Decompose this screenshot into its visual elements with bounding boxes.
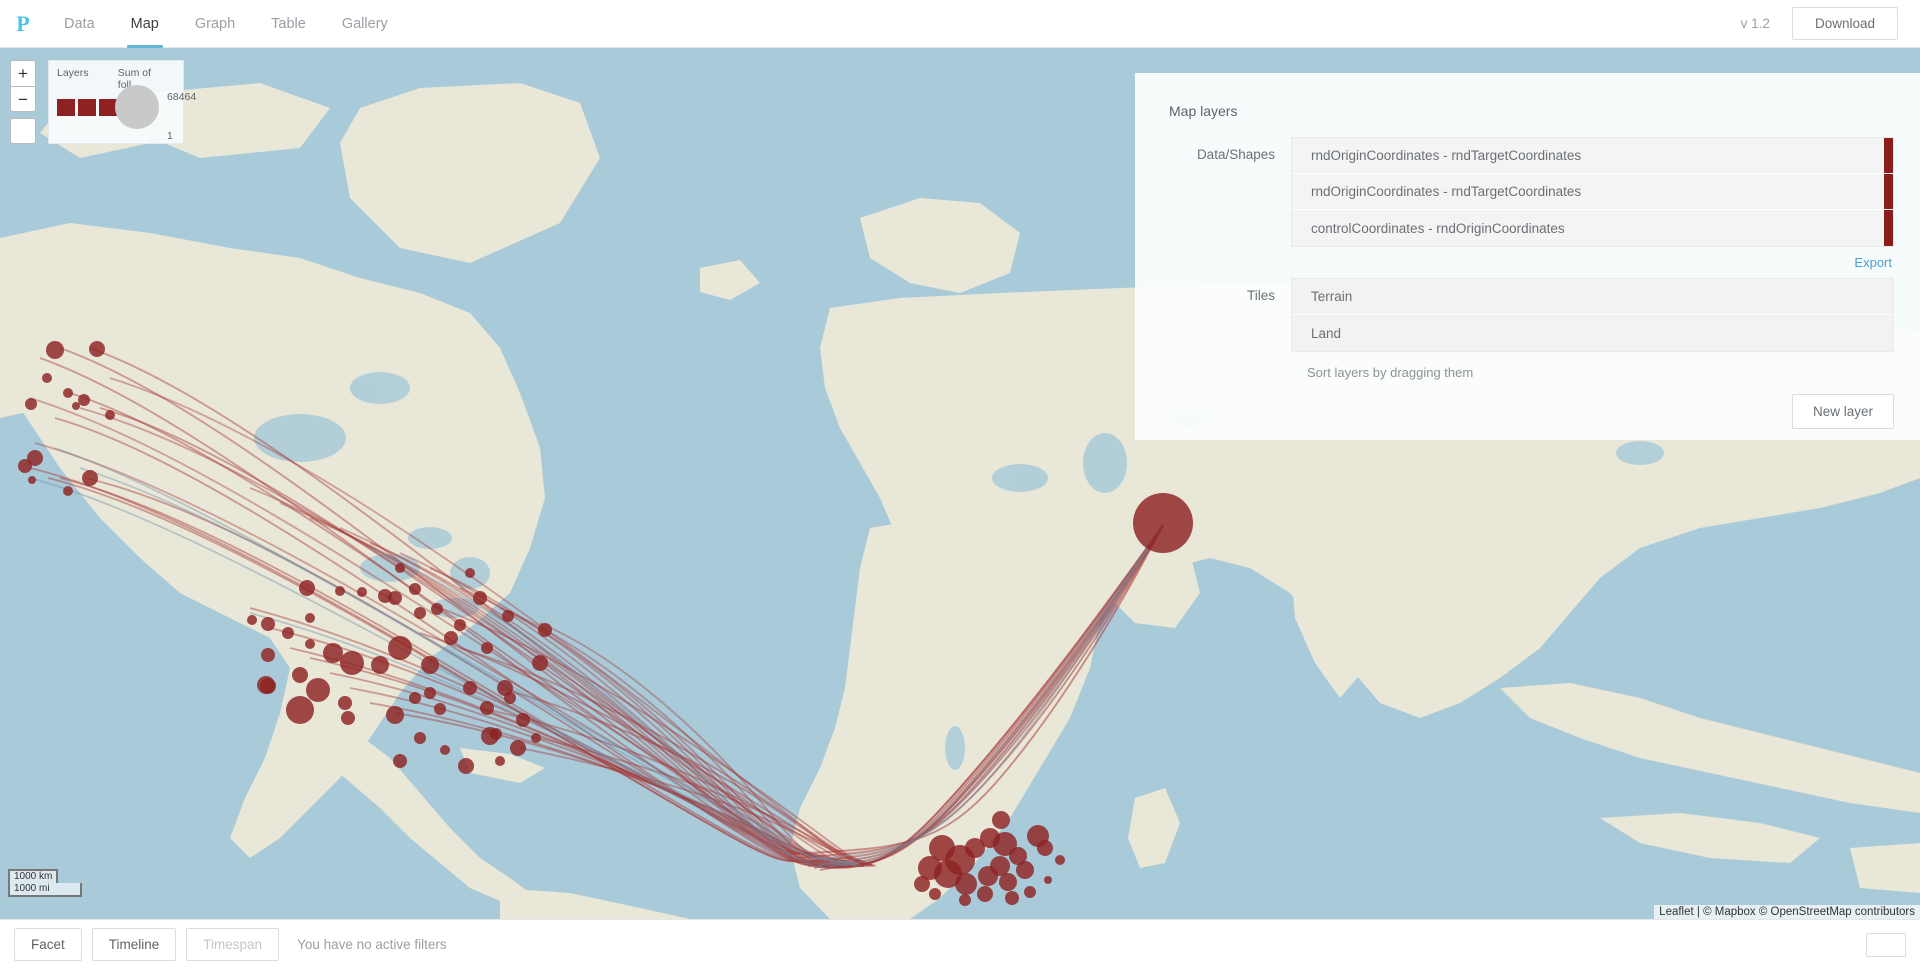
map-zoom-controls: + − [10,60,36,144]
tiles-label: Tiles [1246,288,1275,303]
layer-item-2-label: rndOriginCoordinates - rndTargetCoordina… [1311,184,1582,199]
sort-layers-hint: Sort layers by dragging them [1307,365,1474,380]
tab-data[interactable]: Data [46,0,113,48]
new-layer-button[interactable]: New layer [1791,394,1894,429]
tab-graph[interactable]: Graph [177,0,253,48]
bottom-right-toggle[interactable] [1866,932,1906,957]
download-button[interactable]: Download [1791,7,1898,40]
layer-item-2-color-chip[interactable] [1884,174,1893,209]
tab-gallery-label: Gallery [341,15,388,32]
map-attribution[interactable]: Leaflet | © Mapbox © OpenStreetMap contr… [1654,905,1920,919]
legend-swatch-2 [78,99,96,116]
zoom-in-button[interactable]: + [10,60,36,86]
legend-circle-min [133,120,139,126]
map-application: P Data Map Graph Table Gallery v 1.2 Dow… [0,0,1920,969]
header-right-group: v 1.2 Download [1741,7,1920,40]
legend-value-max: 68464 [167,91,197,103]
tab-gallery[interactable]: Gallery [324,0,406,48]
tile-item-land[interactable]: Land [1292,315,1893,351]
facet-button[interactable]: Facet [14,928,82,961]
map-legend: Layers Sum of foll... 68464 1 [48,60,196,144]
layer-item-3[interactable]: controlCoordinates - rndOriginCoordinate… [1292,210,1893,246]
layer-item-2[interactable]: rndOriginCoordinates - rndTargetCoordina… [1292,174,1893,210]
scale-mi: 1000 mi [8,883,82,897]
map-layers-panel: Map layers Data/Shapes rndOriginCoordina… [1135,73,1920,440]
tab-data-label: Data [64,15,95,32]
legend-swatch-1 [57,99,75,116]
legend-value-min: 1 [167,130,173,142]
app-logo[interactable]: P [0,0,46,48]
tile-item-terrain-label: Terrain [1311,289,1353,304]
data-shapes-row: Data/Shapes rndOriginCoordinates - rndTa… [1155,137,1894,247]
tiles-row: Tiles Terrain Land [1155,278,1894,352]
new-layer-row: New layer [1155,394,1894,429]
map-canvas[interactable]: + − Layers Sum of foll... 68464 1 1000 k… [0,48,1920,919]
timespan-button: Timespan [186,928,280,961]
tiles-list: Terrain Land [1291,278,1894,352]
filter-status-message: You have no active filters [297,937,447,952]
panel-title: Map layers [1169,103,1238,119]
map-fit-bounds-button[interactable] [10,118,36,144]
timeline-button[interactable]: Timeline [91,928,177,961]
tab-graph-label: Graph [194,15,236,32]
tab-map-label: Map [130,15,159,32]
bottom-toolbar: Facet Timeline Timespan You have no acti… [0,919,1920,969]
layer-item-3-label: controlCoordinates - rndOriginCoordinate… [1311,220,1565,236]
layer-item-1-color-chip[interactable] [1884,138,1893,173]
legend-size-scale [115,85,159,129]
tab-table-label: Table [271,15,306,32]
legend-layers-label: Layers [57,67,89,79]
layer-item-3-color-chip[interactable] [1884,210,1893,246]
tile-item-terrain[interactable]: Terrain [1292,279,1893,315]
scale-km: 1000 km [8,869,58,883]
app-header: P Data Map Graph Table Gallery v 1.2 Dow… [0,0,1920,48]
layer-item-1[interactable]: rndOriginCoordinates - rndTargetCoordina… [1292,138,1893,174]
tile-item-land-label: Land [1311,325,1342,341]
version-label: v 1.2 [1740,16,1770,31]
main-nav-tabs: Data Map Graph Table Gallery [46,0,406,48]
export-link[interactable]: Export [1155,255,1894,270]
map-scale-bar: 1000 km 1000 mi [8,869,82,897]
zoom-out-button[interactable]: − [10,86,36,112]
layer-item-1-label: rndOriginCoordinates - rndTargetCoordina… [1311,148,1582,163]
tab-map[interactable]: Map [113,0,177,48]
data-shapes-label: Data/Shapes [1196,147,1275,162]
tab-table[interactable]: Table [253,0,324,48]
data-shapes-list: rndOriginCoordinates - rndTargetCoordina… [1291,137,1894,247]
